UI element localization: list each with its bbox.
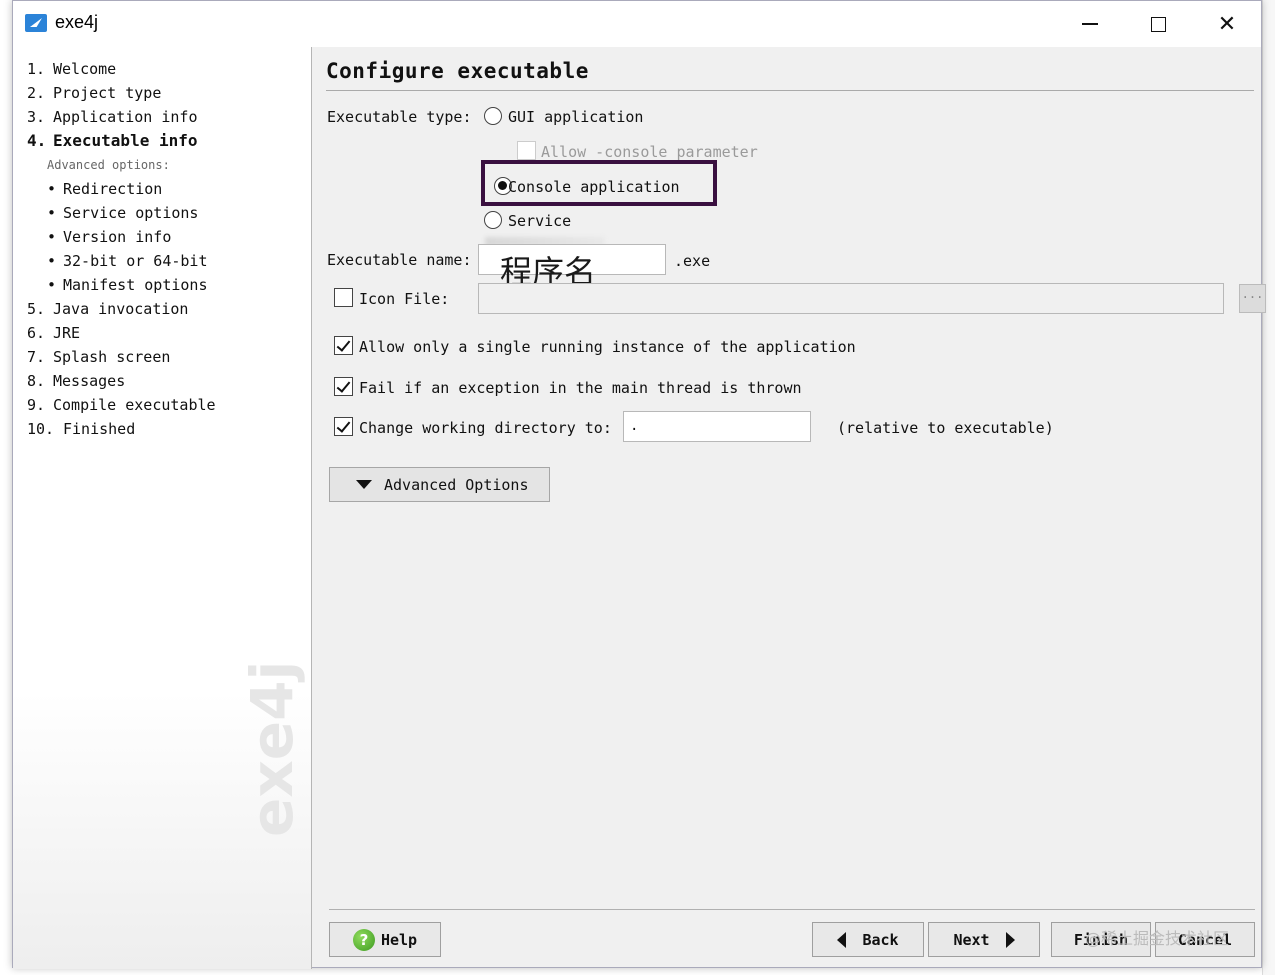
gui-application-label: GUI application xyxy=(508,108,644,126)
allow-console-checkbox[interactable] xyxy=(517,141,536,160)
step-java-invocation[interactable]: 5. Java invocation xyxy=(27,297,216,321)
advanced-options-label: Advanced options: xyxy=(47,158,170,172)
executable-name-label: Executable name: xyxy=(327,251,472,269)
back-button[interactable]: Back xyxy=(812,922,924,957)
exe4j-watermark: exe4j xyxy=(238,660,306,837)
title-bar: exe4j ✕ xyxy=(13,1,1261,47)
step-jre[interactable]: 6. JRE xyxy=(27,321,216,345)
relative-note: (relative to executable) xyxy=(837,419,1054,437)
main-panel: Configure executable Executable type: GU… xyxy=(313,47,1266,967)
change-directory-label: Change working directory to: xyxy=(359,419,612,437)
title-divider xyxy=(326,90,1254,91)
minimize-button[interactable] xyxy=(1056,1,1124,47)
substep-redirection[interactable]: • Redirection xyxy=(27,177,216,201)
substep-manifest-options[interactable]: • Manifest options xyxy=(27,273,216,297)
console-application-label: Console application xyxy=(508,178,680,196)
gui-application-radio[interactable] xyxy=(484,107,502,125)
change-directory-checkbox[interactable] xyxy=(334,417,353,436)
wizard-steps-sidebar: exe4j 1. Welcome 2. Project type 3. Applica… xyxy=(13,47,312,969)
working-directory-input[interactable]: . xyxy=(623,411,811,442)
help-button[interactable]: ? Help xyxy=(329,922,441,957)
triangle-down-icon xyxy=(356,480,372,489)
service-radio[interactable] xyxy=(484,211,502,229)
exe4j-app-icon xyxy=(25,14,47,32)
site-watermark: @稀土掘金技术社区 xyxy=(1085,929,1230,948)
close-button[interactable]: ✕ xyxy=(1193,1,1261,47)
step-welcome[interactable]: 1. Welcome xyxy=(27,57,216,81)
executable-type-label: Executable type: xyxy=(327,108,472,126)
single-instance-checkbox[interactable] xyxy=(334,336,353,355)
step-executable-info[interactable]: 4. Executable info xyxy=(27,129,216,153)
icon-file-label: Icon File: xyxy=(359,290,450,308)
single-instance-label: Allow only a single running instance of … xyxy=(359,338,856,356)
background-window-left xyxy=(0,0,12,975)
close-icon: ✕ xyxy=(1217,11,1237,37)
step-finished[interactable]: 10. Finished xyxy=(27,417,216,441)
step-messages[interactable]: 8. Messages xyxy=(27,369,216,393)
help-icon: ? xyxy=(352,928,375,951)
step-project-type[interactable]: 2. Project type xyxy=(27,81,216,105)
step-splash-screen[interactable]: 7. Splash screen xyxy=(27,345,216,369)
substep-version-info[interactable]: • Version info xyxy=(27,225,216,249)
icon-file-checkbox[interactable] xyxy=(334,288,353,307)
triangle-right-icon xyxy=(1005,931,1015,948)
footer-divider xyxy=(329,909,1255,910)
fail-exception-checkbox[interactable] xyxy=(334,377,353,396)
exe-extension-label: .exe xyxy=(674,252,711,270)
icon-file-input[interactable] xyxy=(478,283,1224,314)
minimize-icon xyxy=(1082,23,1098,25)
steps-list: 1. Welcome 2. Project type 3. Application i… xyxy=(27,57,216,441)
allow-console-label: Allow -console parameter xyxy=(541,143,758,161)
window-title: exe4j xyxy=(55,12,99,32)
triangle-left-icon xyxy=(837,931,847,948)
background-window-right xyxy=(1262,0,1275,975)
icon-browse-button[interactable]: ... xyxy=(1239,284,1266,313)
exe4j-window: exe4j ✕ exe4j 1. Welcome 2. Project type 3… xyxy=(12,0,1266,969)
step-compile-executable[interactable]: 9. Compile executable xyxy=(27,393,216,417)
substep-service-options[interactable]: • Service options xyxy=(27,201,216,225)
next-button[interactable]: Next xyxy=(928,922,1040,957)
fail-exception-label: Fail if an exception in the main thread … xyxy=(359,379,802,397)
service-label: Service xyxy=(508,212,572,230)
step-application-info[interactable]: 3. Application info xyxy=(27,105,216,129)
maximize-icon xyxy=(1150,16,1166,32)
page-title: Configure executable xyxy=(326,59,589,83)
substep-32-64-bit[interactable]: • 32-bit or 64-bit xyxy=(27,249,216,273)
maximize-button[interactable] xyxy=(1124,1,1192,47)
advanced-options-button[interactable]: Advanced Options xyxy=(329,467,550,502)
